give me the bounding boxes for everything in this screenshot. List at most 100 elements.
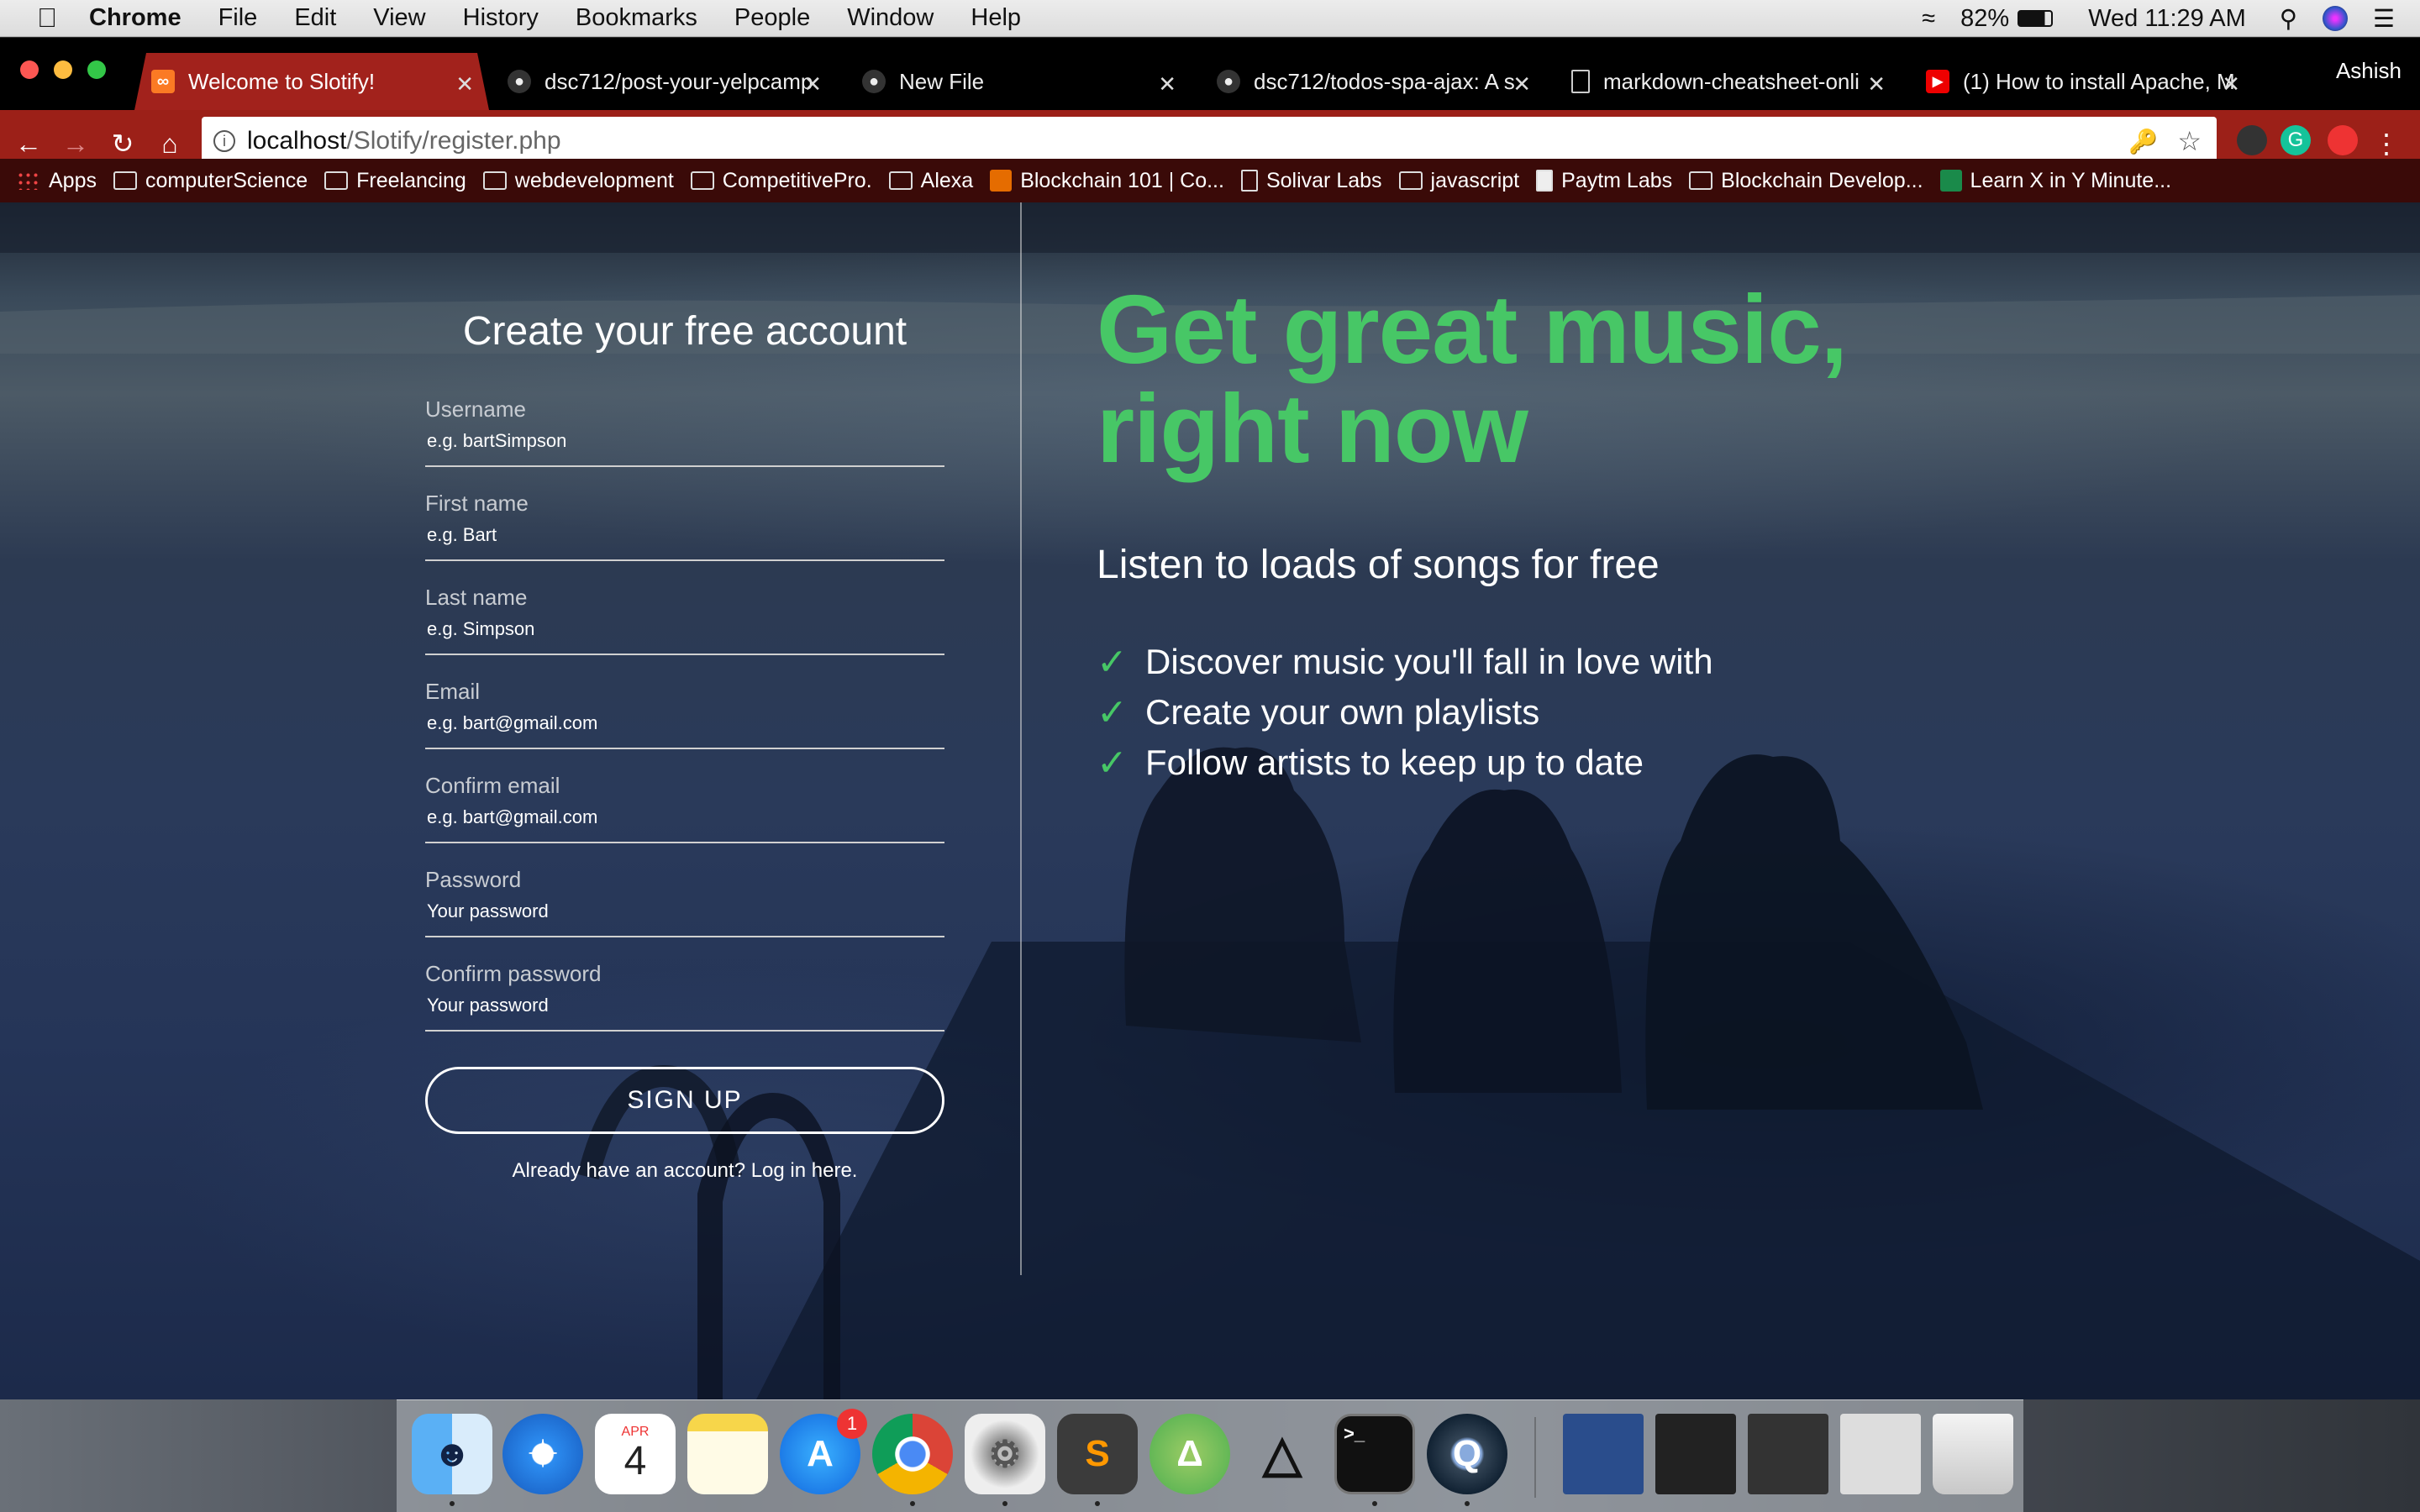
notification-center-icon[interactable]: ☰ <box>2373 4 2395 34</box>
close-tab-icon[interactable]: ✕ <box>1867 71 1886 97</box>
feature-list: ✓ Discover music you'll fall in love with… <box>1097 637 2273 788</box>
window-thumbnail-icon[interactable] <box>1655 1414 1736 1494</box>
dock-separator <box>1534 1417 1536 1498</box>
bookmark-label: webdevelopment <box>514 168 674 192</box>
hero-subtitle: Listen to loads of songs for free <box>1097 543 1660 587</box>
menu-file[interactable]: File <box>218 4 258 32</box>
bookmark-star-icon[interactable]: ☆ <box>2177 125 2202 157</box>
extension-colorpicker-icon[interactable] <box>2237 125 2267 155</box>
close-tab-icon[interactable]: ✕ <box>455 71 474 97</box>
sublime-text-icon[interactable]: S <box>1057 1414 1138 1494</box>
feature-text: Create your own playlists <box>1145 692 1540 732</box>
window-thumbnail-icon[interactable] <box>1563 1414 1644 1494</box>
trash-icon[interactable] <box>1933 1414 2013 1494</box>
menu-people[interactable]: People <box>734 4 810 32</box>
back-arrow-icon[interactable]: ← <box>5 129 52 160</box>
key-icon[interactable]: 🔑 <box>2128 128 2158 155</box>
forward-arrow-icon[interactable]: → <box>52 129 99 160</box>
bookmark-solivar-labs[interactable]: Solivar Labs <box>1240 169 1382 193</box>
close-window-button[interactable] <box>20 60 39 79</box>
bookmark-blockchain-develop[interactable]: Blockchain Develop... <box>1689 169 1923 193</box>
last-name-label: Last name <box>425 585 528 610</box>
email-field[interactable]: Email e.g. bart@gmail.com <box>425 655 944 749</box>
home-icon[interactable]: ⌂ <box>146 129 193 160</box>
menu-chrome[interactable]: Chrome <box>89 4 182 32</box>
bookmark-javascript[interactable]: javascript <box>1398 169 1519 193</box>
battery-icon[interactable] <box>2018 10 2054 27</box>
tab-new-file[interactable]: ● New File ✕ <box>845 53 1192 110</box>
tab-youtube-apache[interactable]: ▶ (1) How to install Apache, M ✕ <box>1909 53 2255 110</box>
calendar-icon[interactable]: APR 4 <box>595 1414 676 1494</box>
close-tab-icon[interactable]: ✕ <box>2222 71 2240 97</box>
bookmark-label: Paytm Labs <box>1561 168 1673 192</box>
first-name-field[interactable]: First name e.g. Bart <box>425 467 944 561</box>
zoom-window-button[interactable] <box>87 60 106 79</box>
last-name-field[interactable]: Last name e.g. Simpson <box>425 561 944 655</box>
tab-title: New File <box>899 68 985 94</box>
adblock-icon[interactable] <box>2328 125 2358 155</box>
notes-icon[interactable] <box>687 1414 768 1494</box>
chrome-menu-icon[interactable]: ⋮ <box>2370 128 2403 160</box>
bookmark-competitivepro[interactable]: CompetitivePro. <box>690 169 872 193</box>
confirm-email-field[interactable]: Confirm email e.g. bart@gmail.com <box>425 749 944 843</box>
close-tab-icon[interactable]: ✕ <box>803 71 822 97</box>
menu-view[interactable]: View <box>373 4 425 32</box>
grammarly-icon[interactable]: G <box>2281 125 2311 155</box>
info-icon[interactable]: i <box>213 130 235 152</box>
running-indicator <box>1095 1501 1100 1506</box>
spotlight-icon[interactable]: ⚲ <box>2280 4 2297 34</box>
system-preferences-icon[interactable]: ⚙ <box>965 1414 1045 1494</box>
menu-window[interactable]: Window <box>847 4 934 32</box>
bookmark-freelancing[interactable]: Freelancing <box>324 169 466 193</box>
confirm-password-field[interactable]: Confirm password Your password <box>425 937 944 1032</box>
quicktime-icon[interactable]: Q <box>1427 1414 1507 1494</box>
confirm-email-placeholder: e.g. bart@gmail.com <box>427 806 598 827</box>
menu-edit[interactable]: Edit <box>294 4 336 32</box>
login-link[interactable]: Already have an account? Log in here. <box>425 1159 944 1183</box>
bookmark-learn-x[interactable]: Learn X in Y Minute... <box>1939 169 2171 193</box>
tab-post-your-yelpcamp[interactable]: ● dsc712/post-your-yelpcamp ✕ <box>491 53 837 110</box>
bookmark-webdevelopment[interactable]: webdevelopment <box>482 168 674 193</box>
profile-button[interactable]: Ashish <box>2336 58 2402 84</box>
downloads-stack-icon[interactable] <box>1840 1414 1921 1494</box>
bookmarks-bar: Apps computerScience Freelancing webdeve… <box>0 159 2420 202</box>
terminal-icon[interactable]: >_ <box>1334 1414 1415 1494</box>
learnx-icon <box>1939 170 1962 192</box>
tab-slotify[interactable]: ∞ Welcome to Slotify! ✕ <box>134 53 489 110</box>
menu-history[interactable]: History <box>463 4 539 32</box>
running-indicator <box>1372 1501 1377 1506</box>
minimize-window-button[interactable] <box>54 60 72 79</box>
username-field[interactable]: Username e.g. bartSimpson <box>425 373 944 467</box>
siri-icon[interactable] <box>2323 6 2348 31</box>
reload-icon[interactable]: ↻ <box>99 128 146 160</box>
bookmark-computerscience[interactable]: computerScience <box>113 169 308 193</box>
bookmark-alexa[interactable]: Alexa <box>888 169 973 193</box>
password-field[interactable]: Password Your password <box>425 843 944 937</box>
sign-up-button[interactable]: SIGN UP <box>425 1067 944 1134</box>
tab-todos-spa-ajax[interactable]: ● dsc712/todos-spa-ajax: A s ✕ <box>1200 53 1546 110</box>
github-icon: ● <box>1217 70 1240 93</box>
bookmark-apps[interactable]: Apps <box>17 169 97 193</box>
folder-icon <box>690 171 714 190</box>
unity-icon[interactable]: △ <box>1242 1414 1323 1494</box>
folder-icon <box>113 171 137 190</box>
email-placeholder: e.g. bart@gmail.com <box>427 712 598 733</box>
android-studio-icon[interactable]: Δ <box>1150 1414 1230 1494</box>
menu-help[interactable]: Help <box>971 4 1021 32</box>
chrome-icon[interactable] <box>872 1414 953 1494</box>
bookmark-label: Blockchain 101 | Co... <box>1020 168 1224 192</box>
bookmark-blockchain-101[interactable]: Blockchain 101 | Co... <box>990 169 1224 193</box>
finder-icon[interactable]: ☻ <box>412 1414 492 1494</box>
register-page: Create your free account Username e.g. ba… <box>0 202 2420 1399</box>
bookmark-paytm-labs[interactable]: Paytm Labs <box>1536 169 1672 193</box>
window-thumbnail-icon[interactable] <box>1748 1414 1828 1494</box>
menu-clock[interactable]: Wed 11:29 AM <box>2088 5 2246 33</box>
safari-icon[interactable]: ✦ <box>502 1414 583 1494</box>
apple-menu-icon[interactable]:  <box>30 3 64 34</box>
tab-markdown-cheatsheet[interactable]: markdown-cheatsheet-onli ✕ <box>1555 53 1901 110</box>
close-tab-icon[interactable]: ✕ <box>1158 71 1176 97</box>
wifi-icon[interactable]: ≈ <box>1922 5 1935 33</box>
feature-item: ✓ Follow artists to keep up to date <box>1097 738 2273 788</box>
menu-bookmarks[interactable]: Bookmarks <box>576 4 697 32</box>
close-tab-icon[interactable]: ✕ <box>1512 71 1531 97</box>
